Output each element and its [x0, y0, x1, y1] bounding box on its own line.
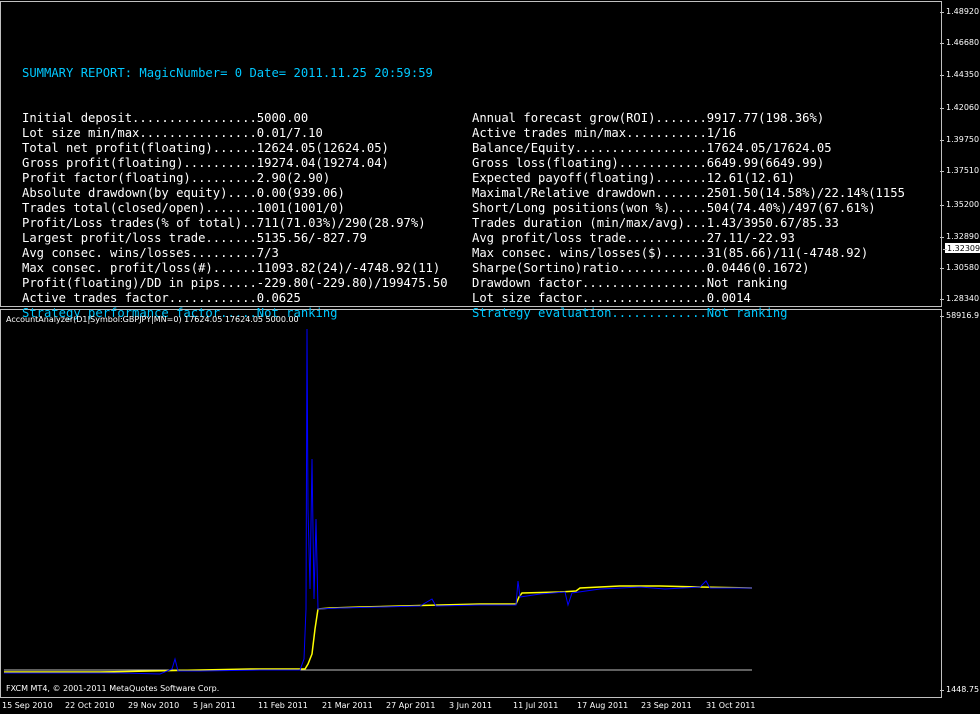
- time-label: 15 Sep 2010: [2, 701, 53, 710]
- report-row: Avg consec. wins/losses.........7/3 Max c…: [22, 246, 868, 261]
- copyright-text: FXCM MT4, © 2001-2011 MetaQuotes Softwar…: [6, 684, 220, 693]
- report-metric-left: Max consec. profit/loss(#)......11093.82…: [22, 261, 441, 275]
- indicator-axis-max: 58916.9: [940, 311, 980, 321]
- report-metric-left: Active trades factor............0.0625: [22, 291, 301, 305]
- indicator-label: AccountAnalyzer(D1|Symbol:GBPJPY|MN=0) 1…: [6, 315, 299, 324]
- time-label: 11 Jul 2011: [513, 701, 559, 710]
- report-row: Profit factor(floating).........2.90(2.9…: [22, 171, 795, 186]
- report-row: Active trades factor............0.0625 Lo…: [22, 291, 751, 306]
- price-tick: 1.42060: [940, 103, 980, 113]
- time-label: 31 Oct 2011: [706, 701, 756, 710]
- report-row: Max consec. profit/loss(#)......11093.82…: [22, 261, 810, 276]
- report-row: Largest profit/loss trade.......5135.56/…: [22, 231, 795, 246]
- report-metric-left: Avg consec. wins/losses.........7/3: [22, 246, 279, 260]
- time-label: 17 Aug 2011: [577, 701, 629, 710]
- report-metric-left: Largest profit/loss trade.......5135.56/…: [22, 231, 367, 245]
- report-metric-right: Balance/Equity..................17624.05…: [472, 141, 832, 155]
- report-row: Absolute drawdown(by equity)....0.00(939…: [22, 186, 905, 201]
- report-metric-right: Expected payoff(floating).......12.61(12…: [472, 171, 795, 185]
- summary-report: SUMMARY REPORT: MagicNumber= 0 Date= 201…: [22, 36, 905, 336]
- time-label: 23 Sep 2011: [641, 701, 692, 710]
- time-label: 11 Feb 2011: [258, 701, 308, 710]
- report-row: Total net profit(floating)......12624.05…: [22, 141, 832, 156]
- price-tick: 1.35200: [940, 200, 980, 210]
- price-tick: 1.46680: [940, 38, 980, 48]
- equity-line: [4, 328, 752, 675]
- report-row: Profit/Loss trades(% of total)..711(71.0…: [22, 216, 839, 231]
- report-rows: Initial deposit.................5000.00 A…: [22, 111, 905, 321]
- time-axis[interactable]: 15 Sep 2010 22 Oct 2010 29 Nov 2010 5 Jan 2…: [0, 699, 942, 714]
- report-title: SUMMARY REPORT: MagicNumber= 0 Date= 201…: [22, 66, 433, 80]
- price-tick: 1.28340: [940, 294, 980, 304]
- report-metric-left: Absolute drawdown(by equity)....0.00(939…: [22, 186, 345, 200]
- report-metric-right: Short/Long positions(won %).....504(74.4…: [472, 201, 876, 215]
- time-label: 22 Oct 2010: [65, 701, 115, 710]
- equity-balance-chart: [4, 328, 753, 675]
- report-metric-right: Annual forecast grow(ROI).......9917.77(…: [472, 111, 825, 125]
- report-metric-right: Trades duration (min/max/avg)...1.43/395…: [472, 216, 839, 230]
- report-metric-right: Sharpe(Sortino)ratio............0.0446(0…: [472, 261, 810, 275]
- report-metric-right: Max consec. wins/losses($)......31(85.66…: [472, 246, 869, 260]
- report-metric-left: Profit factor(floating).........2.90(2.9…: [22, 171, 331, 185]
- report-metric-right: Gross loss(floating)............6649.99(…: [472, 156, 825, 170]
- indicator-axis[interactable]: 58916.9 1448.75: [940, 308, 980, 699]
- report-metric-right: Maximal/Relative drawdown.......2501.50(…: [472, 186, 905, 200]
- report-metric-left: Profit(floating)/DD in pips.....-229.80(…: [22, 276, 448, 290]
- report-row: Lot size min/max................0.01/7.1…: [22, 126, 736, 141]
- price-tick: 1.30580: [940, 263, 980, 273]
- price-tick: 1.37510: [940, 166, 980, 176]
- report-metric-left: Total net profit(floating)......12624.05…: [22, 141, 389, 155]
- price-tick: 1.39750: [940, 135, 980, 145]
- report-row: Trades total(closed/open).......1001(100…: [22, 201, 876, 216]
- report-metric-right: Lot size factor.................0.0014: [472, 291, 751, 305]
- time-label: 3 Jun 2011: [449, 701, 493, 710]
- report-metric-right: Active trades min/max...........1/16: [472, 126, 737, 140]
- report-metric-left: Profit/Loss trades(% of total)..711(71.0…: [22, 216, 426, 230]
- price-axis[interactable]: 1.48920 1.46680 1.44350 1.42060 1.39750 1.375…: [940, 0, 980, 308]
- price-tick: 1.32890: [940, 232, 980, 242]
- report-metric-left: Gross profit(floating)..........19274.04…: [22, 156, 389, 170]
- report-metric-left: Initial deposit.................5000.00: [22, 111, 309, 125]
- balance-line: [4, 585, 753, 673]
- price-tick: 1.44350: [940, 70, 980, 80]
- report-metric-left: Lot size min/max................0.01/7.1…: [22, 126, 323, 140]
- time-label: 27 Apr 2011: [386, 701, 436, 710]
- report-metric-right: Avg profit/loss trade...........27.11/-2…: [472, 231, 795, 245]
- report-row: Initial deposit.................5000.00 A…: [22, 111, 824, 126]
- report-row: Profit(floating)/DD in pips.....-229.80(…: [22, 276, 788, 291]
- report-metric-right: Drawdown factor.................Not rank…: [472, 276, 788, 290]
- price-tick: 1.48920: [940, 7, 980, 17]
- time-label: 5 Jan 2011: [193, 701, 236, 710]
- report-metric-left: Trades total(closed/open).......1001(100…: [22, 201, 345, 215]
- time-label: 29 Nov 2010: [128, 701, 180, 710]
- time-label: 21 Mar 2011: [322, 701, 373, 710]
- indicator-axis-min: 1448.75: [940, 685, 980, 695]
- current-price-label: 1.32309: [943, 243, 980, 253]
- report-row: Gross profit(floating)..........19274.04…: [22, 156, 824, 171]
